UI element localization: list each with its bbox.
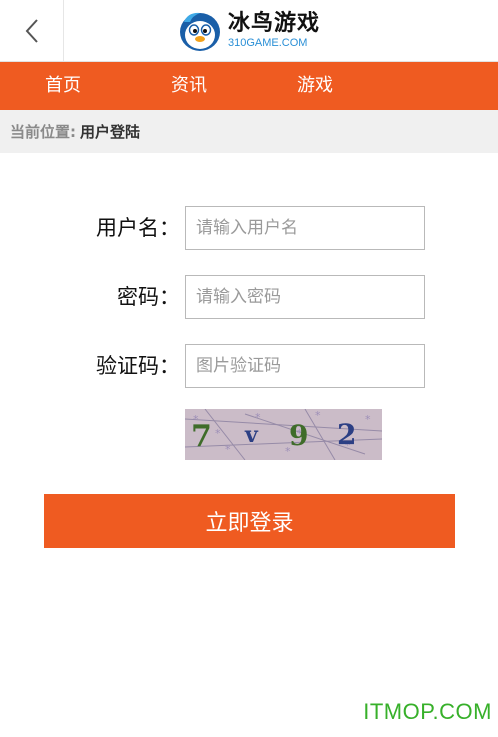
- svg-text:*: *: [215, 427, 221, 440]
- svg-text:2: 2: [337, 418, 356, 451]
- password-input[interactable]: [185, 275, 425, 319]
- password-label: 密码：: [117, 285, 180, 309]
- nav-item-games[interactable]: 游戏: [252, 62, 378, 110]
- watermark: ITMOP.COM: [363, 699, 492, 724]
- captcha-label: 验证码：: [96, 354, 180, 378]
- captcha-image[interactable]: * * * * * * * * * 7 v 9 2: [185, 409, 382, 460]
- username-label: 用户名：: [96, 216, 180, 240]
- password-row: 密码：: [0, 275, 498, 319]
- svg-text:*: *: [315, 409, 321, 422]
- nav-item-home[interactable]: 首页: [0, 62, 126, 110]
- svg-text:*: *: [365, 413, 371, 426]
- svg-text:v: v: [244, 422, 259, 448]
- main-nav: 首页 资讯 游戏: [0, 62, 498, 110]
- logo-domain: 310GAME.COM: [228, 37, 308, 49]
- logo-text: 冰鸟游戏: [228, 11, 321, 36]
- breadcrumb-current: 用户登陆: [80, 123, 141, 141]
- username-input[interactable]: [185, 206, 425, 250]
- nav-item-news[interactable]: 资讯: [126, 62, 252, 110]
- username-row: 用户名：: [0, 206, 498, 250]
- svg-text:7: 7: [191, 419, 212, 454]
- captcha-noise: *** *** ** * 7 v 9 2: [185, 409, 382, 460]
- site-logo[interactable]: 冰鸟游戏 310GAME.COM: [178, 10, 320, 52]
- captcha-input[interactable]: [185, 344, 425, 388]
- svg-text:*: *: [225, 443, 231, 456]
- chevron-left-icon: [25, 18, 38, 43]
- svg-text:9: 9: [289, 419, 308, 452]
- penguin-mascot-icon: [180, 12, 220, 51]
- top-bar: 冰鸟游戏 310GAME.COM: [0, 0, 498, 62]
- back-button[interactable]: [0, 0, 64, 61]
- login-button[interactable]: 立即登录: [44, 494, 455, 548]
- captcha-row: 验证码：: [0, 344, 498, 388]
- breadcrumb-prefix: 当前位置:: [10, 123, 76, 141]
- breadcrumb: 当前位置: 用户登陆: [0, 110, 498, 153]
